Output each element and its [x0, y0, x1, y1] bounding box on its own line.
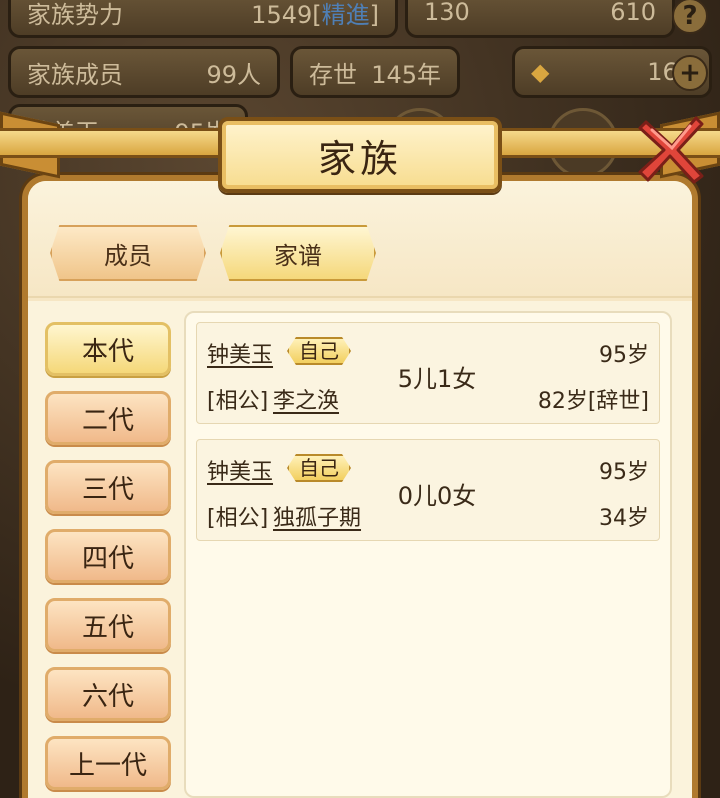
generation-current[interactable]: 本代	[45, 322, 171, 376]
generation-fifth[interactable]: 五代	[45, 598, 171, 652]
close-button[interactable]	[632, 110, 710, 188]
tab-members[interactable]: 成员	[50, 225, 206, 281]
spouse-age: 34岁	[599, 506, 649, 531]
bg-existence-label: 存世	[309, 60, 357, 89]
generation-third[interactable]: 三代	[45, 460, 171, 514]
dialog-title: 家族	[218, 117, 502, 193]
children-count: 0儿0女	[397, 482, 477, 510]
bg-currency-value-2: 610	[610, 0, 656, 26]
bg-existence-value: 145年	[371, 60, 441, 89]
add-icon: +	[672, 55, 708, 91]
spouse-label: [相公]	[207, 389, 269, 414]
tab-genealogy[interactable]: 家谱	[220, 225, 376, 281]
spouse-label: [相公]	[207, 506, 269, 531]
spouse-name-link[interactable]: 独孤子期	[273, 500, 361, 532]
bg-currency-bar: 130 610	[405, 0, 675, 38]
bg-members-label: 家族成员	[27, 60, 123, 89]
generation-sixth[interactable]: 六代	[45, 667, 171, 721]
spouse-age: 82岁[辞世]	[537, 389, 649, 414]
spouse-name-link[interactable]: 李之涣	[273, 383, 339, 415]
member-name-link[interactable]: 钟美玉	[207, 454, 273, 486]
bg-members-bar: 家族成员 99人	[8, 46, 280, 98]
bg-family-power-bar: 家族势力 1549[精進]	[8, 0, 398, 38]
self-badge: 自己	[287, 454, 351, 482]
list-item: 钟美玉 自己 [相公] 李之涣 5儿1女 95岁 82岁[辞世]	[196, 322, 660, 424]
list-item: 钟美玉 自己 [相公] 独孤子期 0儿0女 95岁 34岁	[196, 439, 660, 541]
member-name-link[interactable]: 钟美玉	[207, 337, 273, 369]
generation-second[interactable]: 二代	[45, 391, 171, 445]
divider	[28, 296, 692, 298]
bg-family-power-value: 1549[精進]	[251, 0, 379, 29]
bg-family-power-tag: 精進	[321, 0, 370, 29]
gold-ingot-icon: ◆	[531, 58, 550, 86]
self-badge: 自己	[287, 337, 351, 365]
bg-existence-bar: 存世 145年	[290, 46, 460, 98]
bg-family-power-label: 家族势力	[27, 0, 123, 29]
bg-members-value: 99人	[206, 60, 261, 89]
bg-currency-value: 130	[424, 0, 470, 26]
member-age: 95岁	[599, 460, 649, 485]
generation-fourth[interactable]: 四代	[45, 529, 171, 583]
children-count: 5儿1女	[397, 365, 477, 393]
generation-previous[interactable]: 上一代	[45, 736, 171, 790]
close-icon	[638, 116, 704, 184]
member-age: 95岁	[599, 343, 649, 368]
